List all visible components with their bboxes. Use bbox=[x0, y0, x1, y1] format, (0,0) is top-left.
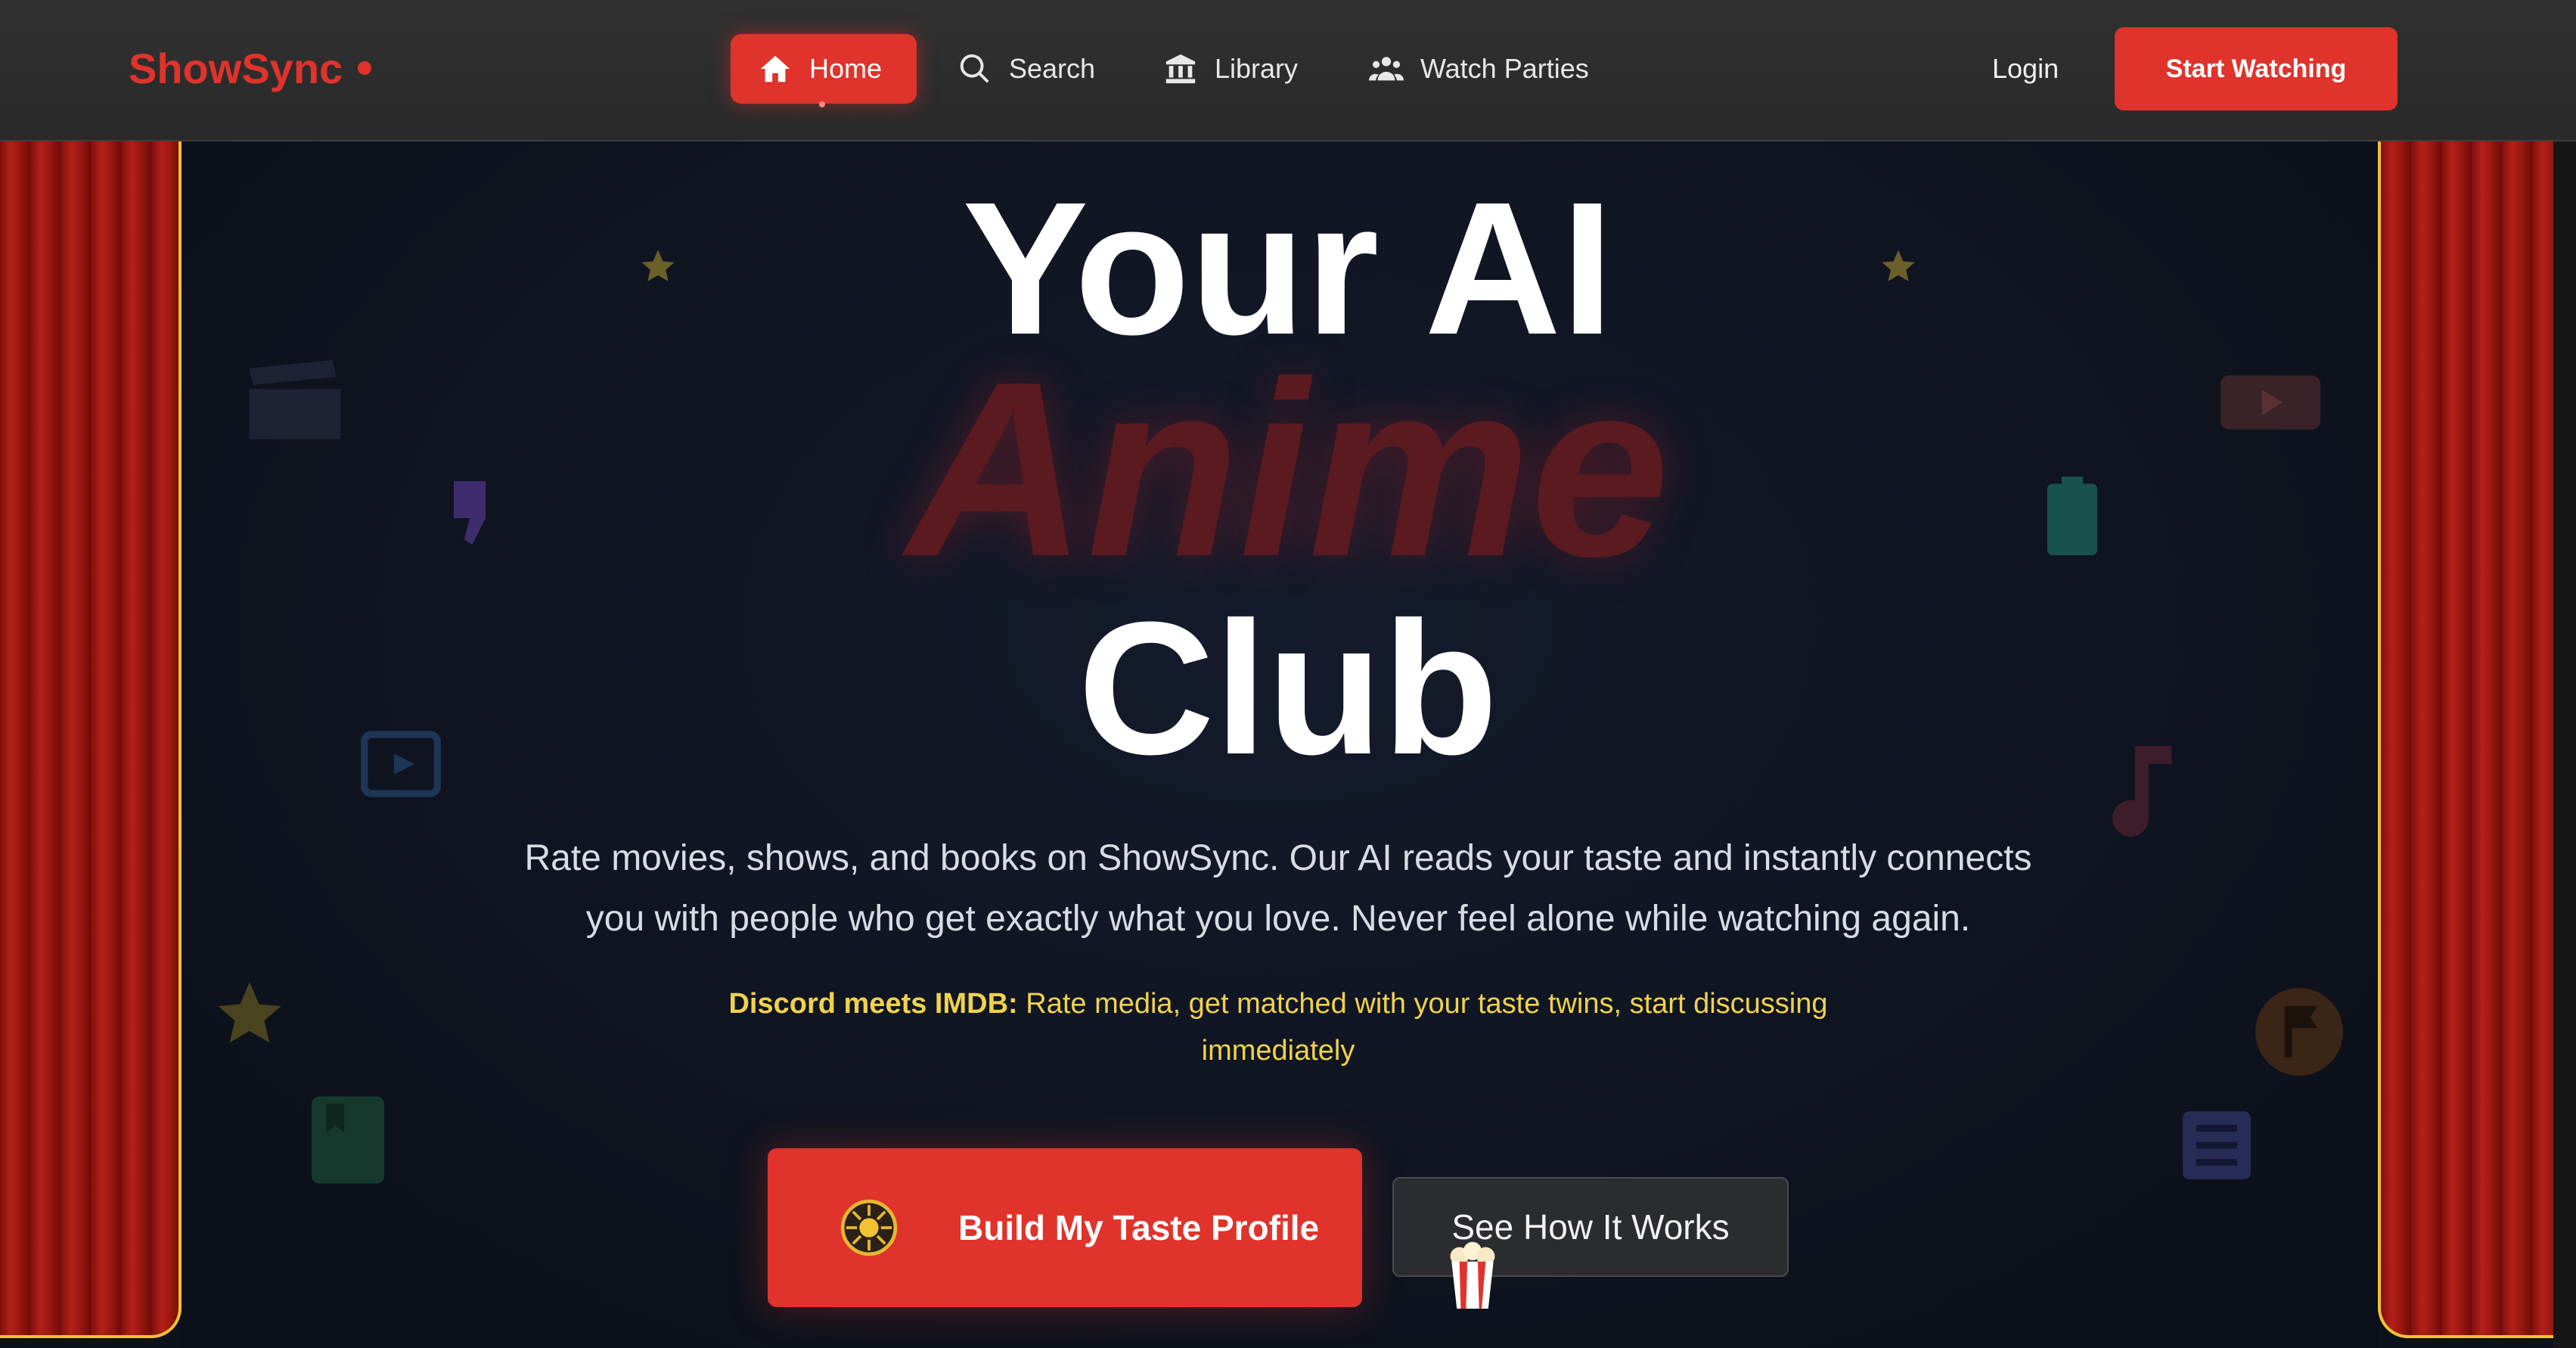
nav-home[interactable]: Home bbox=[731, 34, 917, 104]
nav-watch-parties-label: Watch Parties bbox=[1420, 53, 1589, 84]
active-indicator bbox=[819, 101, 825, 107]
brand-logo[interactable]: ShowSync bbox=[129, 41, 372, 95]
nav-library-label: Library bbox=[1215, 53, 1299, 84]
hero-subtitle: Rate movies, shows, and books on ShowSyn… bbox=[424, 828, 2133, 949]
nav-home-label: Home bbox=[809, 53, 883, 84]
hero-subtitle-line-2: you with people who get exactly what you… bbox=[585, 899, 1971, 939]
build-taste-profile-button[interactable]: Build My Taste Profile bbox=[768, 1148, 1362, 1307]
popcorn-icon bbox=[1446, 1241, 1499, 1309]
flag-icon bbox=[2255, 988, 2343, 1076]
nav-library[interactable]: Library bbox=[1136, 34, 1325, 104]
build-taste-profile-label: Build My Taste Profile bbox=[958, 1208, 1320, 1247]
star-icon bbox=[212, 976, 287, 1051]
library-icon bbox=[1165, 54, 1196, 84]
tagline-rest: Rate media, get matched with your taste … bbox=[1017, 988, 1828, 1067]
users-icon bbox=[1369, 57, 1404, 81]
nav-search-label: Search bbox=[1009, 53, 1096, 84]
book-icon bbox=[312, 1095, 384, 1185]
hero-subtitle-line-1: Rate movies, shows, and books on ShowSyn… bbox=[524, 838, 2032, 878]
film-reel-icon bbox=[840, 1199, 898, 1256]
document-icon bbox=[2183, 1110, 2251, 1180]
tagline-bold: Discord meets IMDB: bbox=[728, 988, 1018, 1020]
hero-title-line-3: Club bbox=[1078, 582, 1498, 794]
brand-name: ShowSync bbox=[129, 44, 343, 92]
hero-tagline: Discord meets IMDB: Rate media, get matc… bbox=[650, 980, 1906, 1074]
home-icon bbox=[760, 55, 790, 82]
nav-watch-parties[interactable]: Watch Parties bbox=[1342, 34, 1616, 104]
top-navbar: ShowSync Home Search Library Watch Parti… bbox=[0, 0, 2576, 141]
login-link[interactable]: Login bbox=[1977, 34, 2074, 104]
start-watching-button[interactable]: Start Watching bbox=[2115, 27, 2398, 110]
hero-title-highlight: Anime bbox=[906, 329, 1670, 608]
search-icon bbox=[960, 54, 989, 83]
nav-search[interactable]: Search bbox=[930, 34, 1122, 104]
brand-dot-icon bbox=[358, 61, 372, 75]
